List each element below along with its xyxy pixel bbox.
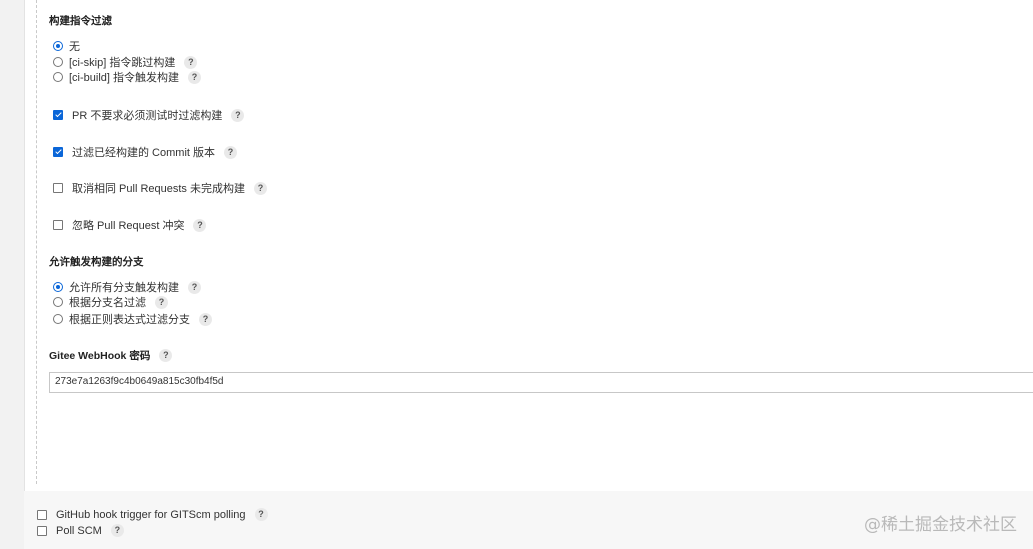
radio-button[interactable] <box>53 41 63 51</box>
radio-button[interactable] <box>53 282 63 292</box>
webhook-title: Gitee WebHook 密码 <box>49 350 151 362</box>
help-icon[interactable]: ? <box>184 55 198 69</box>
help-icon[interactable]: ? <box>231 108 245 122</box>
checkbox-label: 忽略 Pull Request 冲突 <box>72 220 185 232</box>
radio-option-branch-name[interactable]: 根据分支名过滤 ? <box>53 294 168 310</box>
checkbox[interactable] <box>53 147 63 157</box>
help-icon[interactable]: ? <box>110 524 124 537</box>
left-gutter <box>0 0 24 549</box>
radio-label: [ci-skip] 指令跳过构建 <box>69 57 176 69</box>
radio-label: 根据正则表达式过滤分支 <box>69 314 190 326</box>
radio-option-ci-skip[interactable]: [ci-skip] 指令跳过构建 ? <box>53 54 198 70</box>
help-icon[interactable]: ? <box>224 145 237 159</box>
build-filter-title: 构建指令过滤 <box>49 15 112 27</box>
watermark-text: @稀土掘金技术社区 <box>864 515 1017 535</box>
help-icon[interactable]: ? <box>253 181 267 195</box>
checkbox-filter-built-commit[interactable]: 过滤已经构建的 Commit 版本 ? <box>53 144 237 160</box>
help-icon[interactable]: ? <box>159 349 173 362</box>
help-icon[interactable]: ? <box>193 218 207 232</box>
checkbox-label: Poll SCM <box>56 524 102 537</box>
webhook-password-input[interactable]: 273e7a1263f9c4b0649a815c30fb4f5d <box>49 372 1033 393</box>
radio-label: 无 <box>69 41 80 53</box>
checkbox[interactable] <box>53 183 63 193</box>
checkbox-poll-scm[interactable]: Poll SCM ? <box>37 524 124 537</box>
checkbox[interactable] <box>37 525 47 536</box>
checkbox[interactable] <box>53 110 63 120</box>
help-icon[interactable]: ? <box>188 280 201 294</box>
help-icon[interactable]: ? <box>155 295 168 309</box>
branch-filter-title: 允许触发构建的分支 <box>49 256 144 268</box>
help-icon[interactable]: ? <box>188 70 202 84</box>
help-icon[interactable]: ? <box>199 312 212 326</box>
help-icon[interactable]: ? <box>254 508 268 521</box>
checkbox-github-hook-trigger[interactable]: GitHub hook trigger for GITScm polling ? <box>37 508 268 521</box>
radio-button[interactable] <box>53 297 63 307</box>
radio-button[interactable] <box>53 72 63 82</box>
checkbox-cancel-same-pr[interactable]: 取消相同 Pull Requests 未完成构建 ? <box>53 180 267 196</box>
checkbox-label: GitHub hook trigger for GITScm polling <box>56 508 246 521</box>
radio-label: 允许所有分支触发构建 <box>69 282 179 294</box>
checkbox-label: 过滤已经构建的 Commit 版本 <box>72 147 215 159</box>
radio-option-all-branches[interactable]: 允许所有分支触发构建 ? <box>53 279 201 295</box>
radio-button[interactable] <box>53 57 63 67</box>
checkbox-pr-no-test-filter[interactable]: PR 不要求必须测试时过滤构建 ? <box>53 107 245 123</box>
radio-option-regex[interactable]: 根据正则表达式过滤分支 ? <box>53 311 212 327</box>
radio-button[interactable] <box>53 314 63 324</box>
checkbox-ignore-pr-conflict[interactable]: 忽略 Pull Request 冲突 ? <box>53 217 207 233</box>
radio-label: 根据分支名过滤 <box>69 297 146 309</box>
checkbox[interactable] <box>53 220 63 230</box>
radio-option-none[interactable]: 无 <box>53 38 80 54</box>
webhook-title-row: Gitee WebHook 密码 ? <box>49 348 173 363</box>
checkbox-label: PR 不要求必须测试时过滤构建 <box>72 110 223 122</box>
checkbox-label: 取消相同 Pull Requests 未完成构建 <box>72 183 245 195</box>
checkbox[interactable] <box>37 509 47 520</box>
section-divider <box>36 0 37 484</box>
radio-option-ci-build[interactable]: [ci-build] 指令触发构建 ? <box>53 69 202 85</box>
radio-label: [ci-build] 指令触发构建 <box>69 72 180 84</box>
